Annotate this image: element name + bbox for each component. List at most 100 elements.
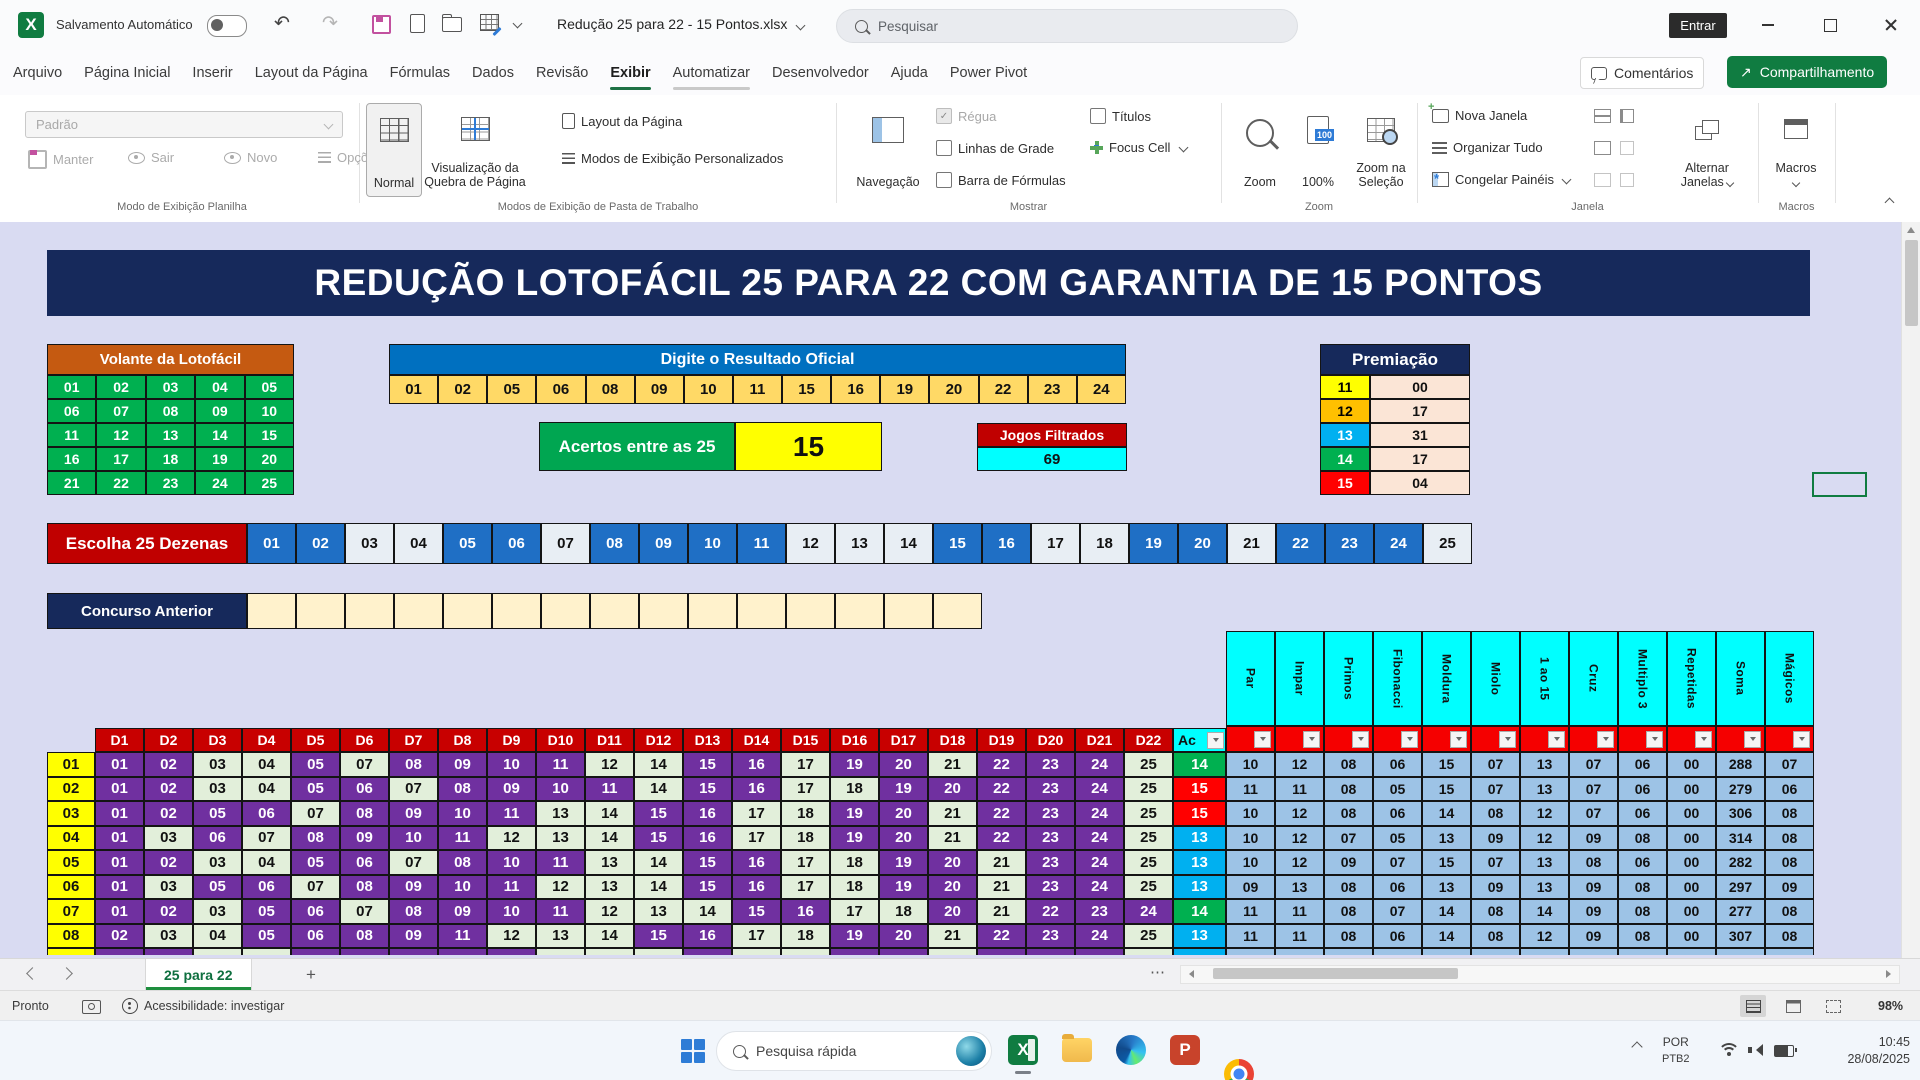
resultado-cell[interactable]: 06 <box>536 375 585 404</box>
resultado-cell[interactable]: 10 <box>684 375 733 404</box>
filter-dropdown-icon[interactable] <box>1597 731 1614 748</box>
concurso-cell[interactable] <box>786 593 835 629</box>
concurso-cell[interactable] <box>688 593 737 629</box>
new-document-icon[interactable] <box>410 14 425 33</box>
page-layout-button[interactable]: Layout da Página <box>562 113 682 129</box>
menu-tab-dados[interactable]: Dados <box>461 50 525 95</box>
concurso-cell[interactable] <box>590 593 639 629</box>
dezena-cell[interactable]: 20 <box>1178 523 1227 564</box>
sheet-tab-25-para-22[interactable]: 25 para 22 <box>145 959 252 990</box>
concurso-cell[interactable] <box>492 593 541 629</box>
battery-icon[interactable] <box>1774 1045 1794 1057</box>
resultado-cell[interactable]: 08 <box>586 375 635 404</box>
autosave-toggle[interactable] <box>207 15 247 37</box>
collapse-ribbon-icon[interactable] <box>1885 198 1895 208</box>
dezena-cell[interactable]: 09 <box>639 523 688 564</box>
vertical-scrollbar[interactable] <box>1901 222 1920 958</box>
dezena-cell[interactable]: 06 <box>492 523 541 564</box>
tray-chevron-icon[interactable] <box>1631 1041 1642 1052</box>
search-input[interactable]: Pesquisar <box>836 9 1298 43</box>
active-cell-outline[interactable] <box>1812 472 1867 497</box>
dezena-cell[interactable]: 14 <box>884 523 933 564</box>
dezena-cell[interactable]: 25 <box>1423 523 1472 564</box>
dezena-cell[interactable]: 21 <box>1227 523 1276 564</box>
maximize-button[interactable] <box>1807 0 1853 50</box>
qat-overflow-chevron-icon[interactable] <box>513 19 523 29</box>
filter-dropdown-icon[interactable] <box>1352 731 1369 748</box>
wifi-icon[interactable] <box>1720 1043 1738 1057</box>
resultado-cell[interactable]: 15 <box>782 375 831 404</box>
switch-windows-button[interactable]: AlternarJanelas <box>1664 103 1750 195</box>
scroll-right-icon[interactable] <box>1886 970 1891 978</box>
resultado-cell[interactable]: 09 <box>635 375 684 404</box>
taskbar-explorer-icon[interactable] <box>1062 1038 1092 1062</box>
dezena-cell[interactable]: 04 <box>394 523 443 564</box>
dezena-cell[interactable]: 08 <box>590 523 639 564</box>
navigation-button[interactable]: Navegação <box>848 103 928 195</box>
resultado-cell[interactable]: 01 <box>389 375 438 404</box>
menu-tab-layout-da-página[interactable]: Layout da Página <box>244 50 379 95</box>
horizontal-scrollbar[interactable] <box>1180 965 1900 984</box>
filter-dropdown-icon[interactable] <box>1499 731 1516 748</box>
add-sheet-button[interactable]: + <box>300 964 322 986</box>
zoom-level[interactable]: 98% <box>1878 999 1903 1013</box>
macros-button[interactable]: Macros <box>1762 103 1830 195</box>
dezena-cell[interactable]: 19 <box>1129 523 1178 564</box>
language-indicator[interactable]: PORPTB2 <box>1662 1034 1690 1067</box>
zoom-to-selection-button[interactable]: Zoom naSeleção <box>1348 103 1414 195</box>
menu-tab-exibir[interactable]: Exibir <box>599 50 661 95</box>
dezena-cell[interactable]: 10 <box>688 523 737 564</box>
custom-views-button[interactable]: Modos de Exibição Personalizados <box>562 151 783 166</box>
taskbar-excel-icon[interactable]: X <box>1008 1035 1038 1065</box>
next-sheet-icon[interactable] <box>60 967 73 980</box>
concurso-cell[interactable] <box>345 593 394 629</box>
taskbar-search[interactable]: Pesquisa rápida <box>716 1031 992 1071</box>
comments-button[interactable]: Comentários <box>1580 57 1704 89</box>
menu-tab-fórmulas[interactable]: Fórmulas <box>379 50 461 95</box>
page-layout-view-toggle[interactable] <box>1780 995 1806 1017</box>
concurso-cell[interactable] <box>933 593 982 629</box>
resultado-cell[interactable]: 24 <box>1077 375 1126 404</box>
sign-in-button[interactable]: Entrar <box>1669 13 1727 38</box>
filter-dropdown-icon[interactable] <box>1695 731 1712 748</box>
concurso-cell[interactable] <box>884 593 933 629</box>
dezena-cell[interactable]: 22 <box>1276 523 1325 564</box>
dezena-cell[interactable]: 15 <box>933 523 982 564</box>
dezena-cell[interactable]: 18 <box>1080 523 1129 564</box>
concurso-cell[interactable] <box>443 593 492 629</box>
dezena-cell[interactable]: 11 <box>737 523 786 564</box>
checkbox-linhas-de-grade[interactable]: Linhas de Grade <box>936 140 1054 156</box>
macro-record-icon[interactable] <box>82 1000 101 1014</box>
freeze-panes-button[interactable]: Congelar Painéis <box>1432 172 1570 187</box>
filter-dropdown-icon[interactable] <box>1548 731 1565 748</box>
resultado-cell[interactable]: 22 <box>979 375 1028 404</box>
menu-tab-automatizar[interactable]: Automatizar <box>662 50 761 95</box>
focus-cell-button[interactable]: Focus Cell <box>1090 140 1187 155</box>
checkbox-barra-de-formulas[interactable]: Barra de Fórmulas <box>936 172 1066 188</box>
filter-dropdown-icon[interactable] <box>1254 731 1271 748</box>
filter-dropdown-icon[interactable] <box>1303 731 1320 748</box>
vertical-scrollbar-thumb[interactable] <box>1905 240 1918 326</box>
zoom-100-button[interactable]: 100 100% <box>1292 103 1344 195</box>
resultado-cell[interactable]: 23 <box>1028 375 1077 404</box>
dezena-cell[interactable]: 07 <box>541 523 590 564</box>
scroll-up-icon[interactable] <box>1907 227 1915 233</box>
menu-tab-desenvolvedor[interactable]: Desenvolvedor <box>761 50 880 95</box>
taskbar-chrome-icon[interactable] <box>1224 1059 1254 1080</box>
dezena-cell[interactable]: 24 <box>1374 523 1423 564</box>
clock[interactable]: 10:4528/08/2025 <box>1847 1034 1910 1068</box>
share-button[interactable]: ↗ Compartilhamento <box>1727 56 1887 88</box>
concurso-cell[interactable] <box>737 593 786 629</box>
normal-view-toggle[interactable] <box>1740 995 1766 1017</box>
concurso-cell[interactable] <box>394 593 443 629</box>
save-icon[interactable] <box>372 15 391 34</box>
concurso-cell[interactable] <box>835 593 884 629</box>
resultado-cell[interactable]: 02 <box>438 375 487 404</box>
hide-window-icon[interactable] <box>1594 141 1611 155</box>
menu-tab-power-pivot[interactable]: Power Pivot <box>939 50 1038 95</box>
prev-sheet-icon[interactable] <box>26 967 39 980</box>
search-highlight-icon[interactable] <box>956 1036 986 1066</box>
close-button[interactable] <box>1868 0 1914 50</box>
accessibility-status[interactable]: Acessibilidade: investigar <box>144 999 284 1013</box>
view-side-by-side-icon[interactable] <box>1620 109 1634 123</box>
